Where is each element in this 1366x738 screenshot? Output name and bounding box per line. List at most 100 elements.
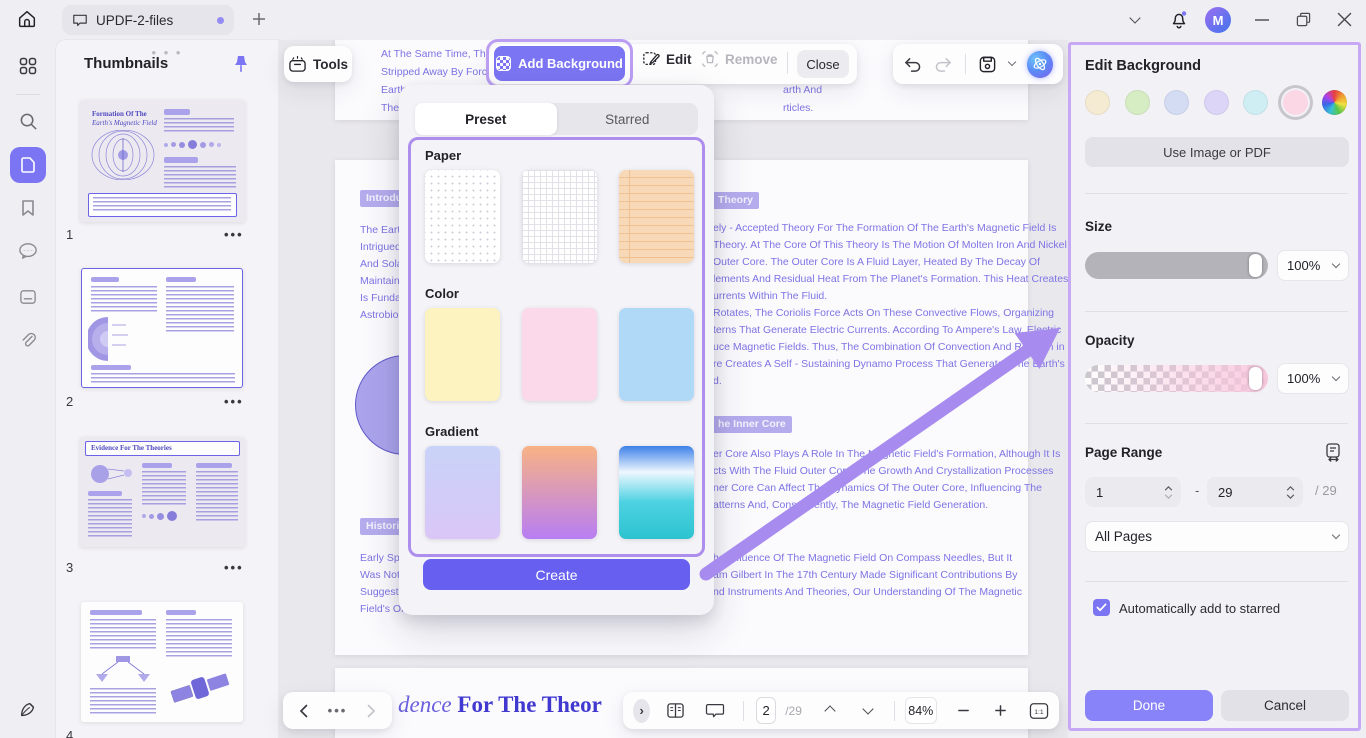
ai-assistant-icon[interactable] <box>1026 50 1053 78</box>
range-from-stepper[interactable] <box>1164 485 1173 499</box>
comment-bubble-icon[interactable] <box>705 702 725 719</box>
thumb1-chip <box>164 109 190 115</box>
gradient-blue-teal-swatch[interactable] <box>619 446 694 539</box>
edit-background-button[interactable]: Edit <box>642 50 692 68</box>
range-to-field[interactable] <box>1207 477 1303 507</box>
size-slider[interactable] <box>1085 252 1268 279</box>
home-icon[interactable] <box>16 8 38 30</box>
expand-right-icon[interactable]: › <box>633 698 651 723</box>
range-from-field[interactable] <box>1085 477 1181 507</box>
background-color-swatch-periwinkle[interactable] <box>1164 90 1189 115</box>
range-separator: - <box>1195 483 1200 498</box>
create-button[interactable]: Create <box>423 559 690 590</box>
done-button[interactable]: Done <box>1085 690 1213 721</box>
document-tab[interactable]: UPDF-2-files <box>62 5 234 35</box>
current-page-field[interactable]: 2 <box>756 697 777 724</box>
close-toolbar-button[interactable]: Close <box>797 50 849 78</box>
background-color-swatch-green[interactable] <box>1124 90 1150 115</box>
thumbnail-page-4[interactable] <box>81 602 243 722</box>
attachments-card-icon[interactable] <box>10 279 46 315</box>
notifications-bell-icon[interactable] <box>1168 8 1190 30</box>
thumbnails-page-icon[interactable] <box>10 147 46 183</box>
background-color-swatch-rainbow[interactable] <box>1322 90 1347 115</box>
thumbnail-text-placeholder <box>88 499 132 539</box>
zoom-out-icon[interactable] <box>957 704 970 717</box>
signature-pen-icon[interactable] <box>10 692 46 728</box>
background-color-swatch-pink[interactable] <box>1282 90 1308 115</box>
gradient-swatch-row <box>425 446 694 539</box>
range-to-input[interactable] <box>1207 484 1267 500</box>
size-value-dropdown[interactable]: 100% <box>1277 250 1349 281</box>
history-back-icon[interactable] <box>299 704 308 718</box>
remove-background-button[interactable]: Remove <box>701 50 778 68</box>
next-page-chevron-icon[interactable] <box>862 702 874 715</box>
paper-lined-swatch[interactable] <box>619 170 694 263</box>
toolbar-separator <box>965 54 966 74</box>
previous-page-chevron-icon[interactable] <box>824 704 836 717</box>
opacity-slider-handle[interactable] <box>1249 367 1262 390</box>
add-background-button[interactable]: Add Background <box>494 46 625 81</box>
comment-icon[interactable] <box>10 233 46 269</box>
thumbnail-page-3[interactable]: Evidence For The Theories <box>80 437 245 547</box>
thumbnail-page-2[interactable] <box>81 268 243 388</box>
tab-starred[interactable]: Starred <box>557 103 699 135</box>
size-slider-handle[interactable] <box>1249 254 1262 277</box>
redo-icon[interactable] <box>934 56 953 73</box>
undo-icon[interactable] <box>903 56 922 73</box>
page-range-icon[interactable] <box>1324 442 1344 462</box>
thumb3-more-menu[interactable]: ••• <box>224 560 244 575</box>
all-pages-select[interactable]: All Pages <box>1085 521 1349 552</box>
history-forward-icon[interactable] <box>367 704 376 718</box>
zoom-in-icon[interactable] <box>994 704 1007 717</box>
apps-grid-icon[interactable] <box>10 48 46 84</box>
paper-dotted-swatch[interactable] <box>425 170 500 263</box>
reading-mode-icon[interactable] <box>666 702 685 719</box>
tab-preset[interactable]: Preset <box>415 103 557 135</box>
pages-mode-value: All Pages <box>1095 529 1153 544</box>
titlebar-chevron-down-icon[interactable] <box>1129 12 1141 24</box>
color-yellow-swatch[interactable] <box>425 308 500 401</box>
tools-button[interactable]: Tools <box>284 46 352 82</box>
page-back-toolbar: ••• <box>283 692 392 729</box>
paperclip-icon[interactable] <box>10 322 46 358</box>
color-blue-swatch[interactable] <box>619 308 694 401</box>
close-window-button[interactable] <box>1337 12 1352 27</box>
cancel-label: Cancel <box>1263 698 1307 713</box>
save-icon[interactable] <box>978 55 997 74</box>
history-save-toolbar <box>893 44 1063 84</box>
thumbnail-text-placeholder <box>166 619 232 659</box>
page1-text-right: arth And rticles. <box>783 84 822 120</box>
background-color-swatch-lavender[interactable] <box>1203 90 1229 115</box>
thumbnail-text-placeholder <box>90 688 156 714</box>
gradient-lavender-swatch[interactable] <box>425 446 500 539</box>
opacity-slider[interactable] <box>1085 365 1268 392</box>
range-from-input[interactable] <box>1085 484 1145 500</box>
actual-size-icon[interactable]: 1:1 <box>1029 702 1049 720</box>
restore-button[interactable] <box>1296 12 1311 27</box>
toolbar-separator <box>893 700 895 721</box>
use-image-or-pdf-button[interactable]: Use Image or PDF <box>1085 137 1349 167</box>
color-section-label: Color <box>425 286 459 301</box>
auto-starred-checkbox[interactable] <box>1093 599 1110 616</box>
background-color-swatch-cream[interactable] <box>1085 90 1110 115</box>
search-icon[interactable] <box>10 103 46 139</box>
bookmark-icon[interactable] <box>10 190 46 226</box>
new-tab-button[interactable] <box>250 10 268 28</box>
pin-icon[interactable] <box>232 54 250 74</box>
zoom-level-field[interactable]: 84% <box>904 697 937 724</box>
thumbnail-page-1[interactable]: Formation Of The Earth's Magnetic Field <box>80 100 245 222</box>
opacity-value-dropdown[interactable]: 100% <box>1277 363 1349 394</box>
background-color-swatch-cyan[interactable] <box>1243 90 1268 115</box>
gradient-orange-purple-swatch[interactable] <box>522 446 597 539</box>
cancel-button[interactable]: Cancel <box>1221 690 1349 721</box>
history-more-menu[interactable]: ••• <box>328 703 348 718</box>
range-to-stepper[interactable] <box>1286 485 1295 499</box>
save-options-chevron-icon[interactable] <box>1007 57 1017 67</box>
thumb2-more-menu[interactable]: ••• <box>224 394 244 409</box>
color-pink-swatch[interactable] <box>522 308 597 401</box>
user-avatar[interactable]: M <box>1205 7 1231 33</box>
thumb4-number: 4 <box>66 728 74 738</box>
thumb1-more-menu[interactable]: ••• <box>224 227 244 242</box>
paper-grid-swatch[interactable] <box>522 170 597 263</box>
minimize-button[interactable] <box>1255 18 1269 22</box>
